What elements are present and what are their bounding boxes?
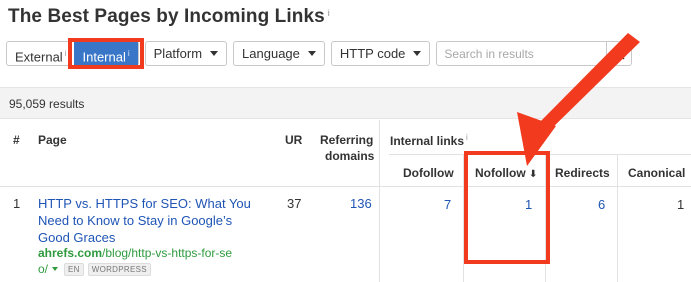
annotation-arrow-icon — [517, 33, 640, 166]
